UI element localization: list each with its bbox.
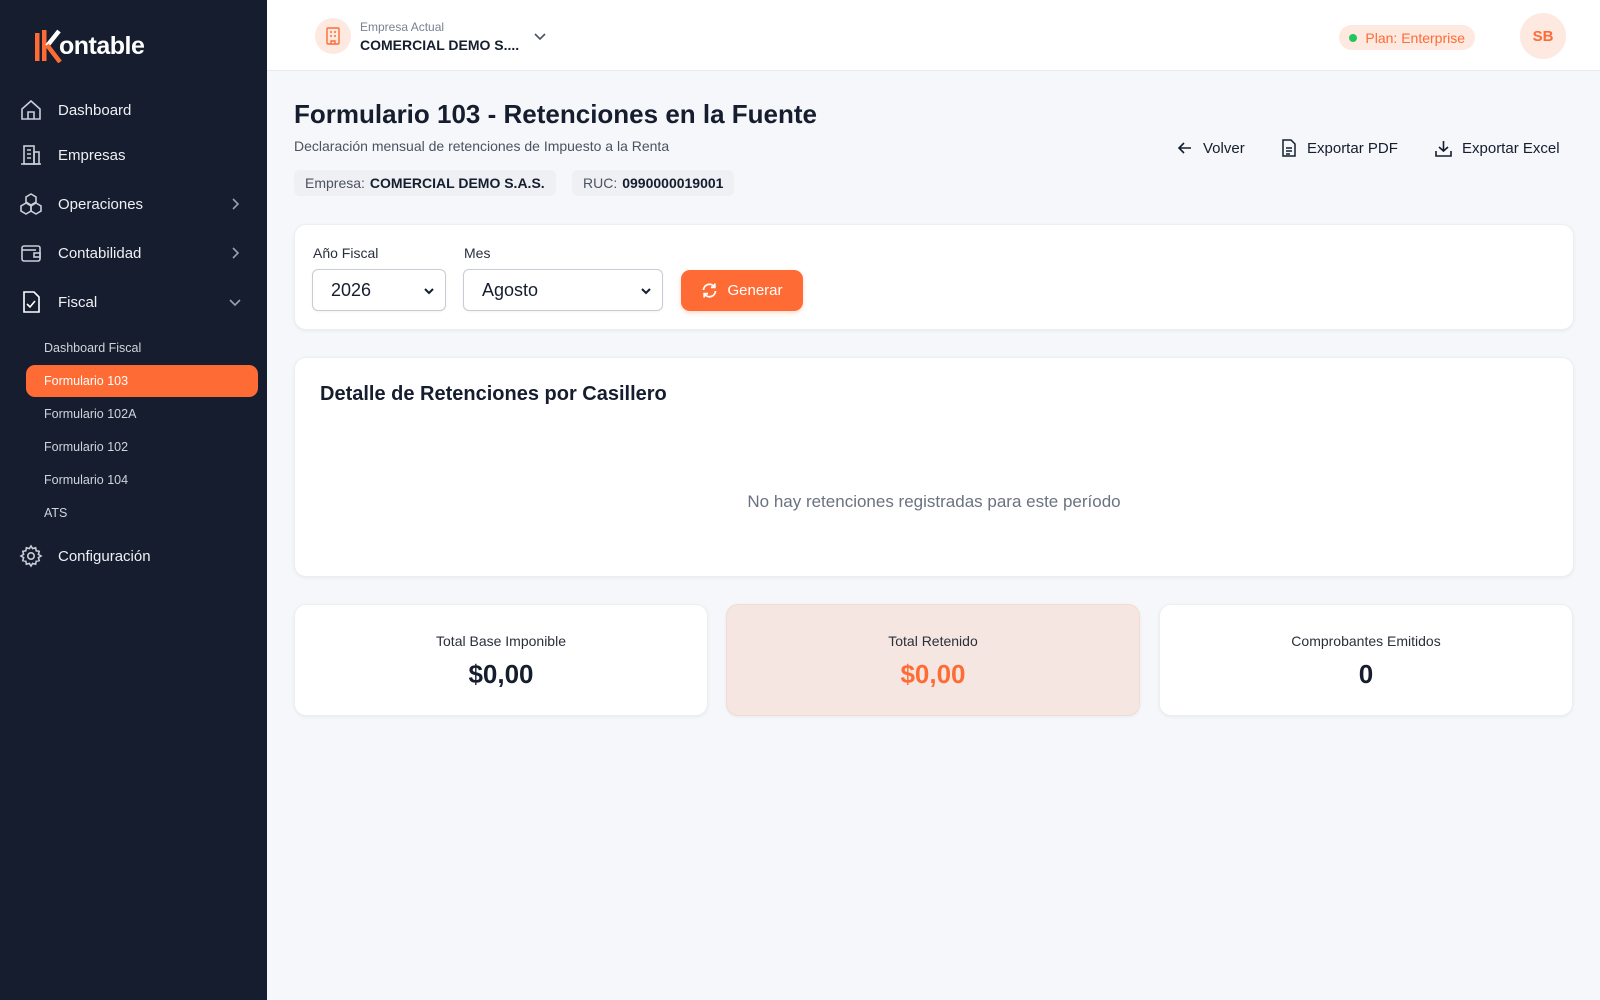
cubes-icon — [18, 191, 44, 217]
sidebar-subitem-formulario-102a[interactable]: Formulario 102A — [26, 398, 258, 430]
sidebar-subitem-formulario-102[interactable]: Formulario 102 — [26, 431, 258, 463]
sidebar-item-operaciones[interactable]: Operaciones — [18, 186, 256, 222]
company-switcher[interactable]: Empresa Actual COMERCIAL DEMO S.... — [315, 14, 547, 58]
stat-total-retenido: Total Retenido $0,00 — [726, 604, 1140, 716]
chevron-right-icon — [232, 247, 240, 259]
generate-button[interactable]: Generar — [681, 270, 803, 311]
plan-badge: Plan: Enterprise — [1339, 25, 1475, 50]
year-label: Año Fiscal — [313, 245, 379, 261]
chevron-down-icon — [229, 299, 241, 307]
sidebar-subitem-formulario-104[interactable]: Formulario 104 — [26, 464, 258, 496]
sidebar-subitem-dashboard-fiscal[interactable]: Dashboard Fiscal — [26, 332, 258, 364]
stat-value: $0,00 — [900, 659, 966, 689]
export-excel-button[interactable]: Exportar Excel — [1435, 137, 1560, 159]
logo-text: ontable — [59, 31, 145, 60]
ruc-label: RUC: — [583, 175, 618, 191]
detail-title: Detalle de Retenciones por Casillero — [320, 383, 667, 405]
plan-label: Plan: Enterprise — [1365, 29, 1465, 46]
download-icon — [1435, 140, 1452, 157]
ruc-chip: RUC: 0990000019001 — [572, 170, 735, 196]
document-check-icon — [18, 289, 44, 315]
sidebar-item-fiscal[interactable]: Fiscal — [18, 284, 256, 320]
arrow-left-icon — [1177, 142, 1191, 154]
sidebar-item-empresas[interactable]: Empresas — [18, 137, 256, 173]
sidebar-item-label: Operaciones — [58, 195, 144, 213]
company-name: COMERCIAL DEMO S.... — [360, 36, 520, 53]
empty-state-message: No hay retenciones registradas para este… — [747, 492, 1121, 511]
month-value: Agosto — [482, 279, 539, 300]
app-logo[interactable]: ontable — [35, 28, 145, 64]
sidebar-item-label: Dashboard — [58, 101, 132, 119]
wallet-icon — [18, 240, 44, 266]
sidebar-item-label: Fiscal — [58, 293, 98, 311]
sidebar-item-configuracion[interactable]: Configuración — [18, 538, 256, 574]
chevron-down-icon — [641, 288, 651, 295]
sidebar-item-label: Empresas — [58, 146, 126, 164]
chevron-down-icon — [424, 288, 434, 295]
page-subtitle: Declaración mensual de retenciones de Im… — [294, 138, 670, 154]
month-label: Mes — [464, 245, 491, 261]
gear-icon — [18, 543, 44, 569]
empresa-label: Empresa: — [305, 175, 365, 191]
building-icon — [18, 142, 44, 168]
sidebar-item-label: Contabilidad — [58, 244, 142, 262]
ruc-value: 0990000019001 — [622, 175, 724, 191]
stat-total-base-imponible: Total Base Imponible $0,00 — [294, 604, 708, 716]
sidebar-item-contabilidad[interactable]: Contabilidad — [18, 235, 256, 271]
page-title: Formulario 103 - Retenciones en la Fuent… — [294, 99, 818, 129]
export-pdf-button[interactable]: Exportar PDF — [1281, 137, 1398, 159]
refresh-icon — [703, 283, 717, 298]
empresa-value: COMERCIAL DEMO S.A.S. — [369, 175, 545, 191]
stat-label: Comprobantes Emitidos — [1291, 633, 1441, 649]
top-header: Empresa Actual COMERCIAL DEMO S.... Plan… — [267, 0, 1600, 71]
stat-comprobantes-emitidos: Comprobantes Emitidos 0 — [1159, 604, 1573, 716]
logo-k-icon — [35, 29, 63, 64]
generate-label: Generar — [727, 282, 783, 299]
stat-value: $0,00 — [468, 659, 534, 689]
sidebar-item-label: Configuración — [58, 547, 151, 565]
empresa-chip: Empresa: COMERCIAL DEMO S.A.S. — [294, 170, 556, 196]
user-avatar[interactable]: SB — [1520, 13, 1566, 59]
chevron-down-icon — [534, 33, 546, 41]
stat-label: Total Base Imponible — [436, 633, 566, 649]
year-select[interactable]: 2026 — [312, 269, 446, 311]
stat-value: 0 — [1358, 659, 1374, 689]
chevron-right-icon — [232, 198, 240, 210]
company-caption: Empresa Actual — [360, 19, 445, 34]
sidebar: ontable Dashboard Empresas Operaciones C… — [0, 0, 267, 1000]
export-excel-label: Exportar Excel — [1462, 139, 1560, 157]
document-icon — [1282, 139, 1296, 157]
sidebar-item-dashboard[interactable]: Dashboard — [18, 92, 256, 128]
back-button[interactable]: Volver — [1177, 137, 1245, 159]
sidebar-subitem-formulario-103[interactable]: Formulario 103 — [26, 365, 258, 397]
month-select[interactable]: Agosto — [463, 269, 663, 311]
sidebar-subitem-ats[interactable]: ATS — [26, 497, 258, 529]
building-icon — [315, 18, 351, 54]
stat-label: Total Retenido — [888, 633, 978, 649]
back-label: Volver — [1203, 139, 1245, 157]
year-value: 2026 — [331, 279, 372, 300]
export-pdf-label: Exportar PDF — [1307, 139, 1398, 157]
status-dot-icon — [1349, 33, 1358, 42]
home-icon — [18, 97, 44, 123]
